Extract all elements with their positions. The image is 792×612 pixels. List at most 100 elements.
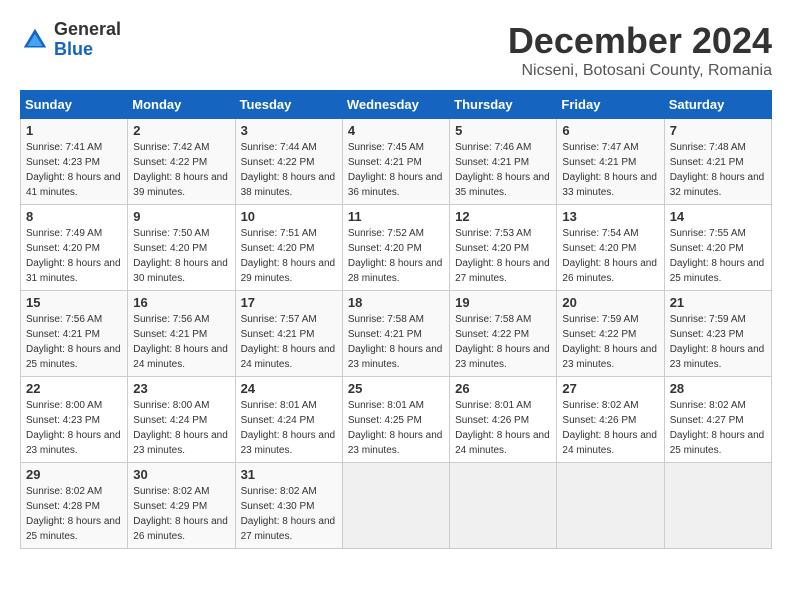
calendar-cell xyxy=(450,463,557,549)
day-number: 21 xyxy=(670,295,766,310)
subtitle: Nicseni, Botosani County, Romania xyxy=(508,62,772,80)
calendar-cell: 21 Sunrise: 7:59 AMSunset: 4:23 PMDaylig… xyxy=(664,291,771,377)
day-info: Sunrise: 8:01 AMSunset: 4:25 PMDaylight:… xyxy=(348,400,443,456)
day-info: Sunrise: 8:02 AMSunset: 4:27 PMDaylight:… xyxy=(670,400,765,456)
logo-text: General Blue xyxy=(54,20,121,60)
calendar-header-row: SundayMondayTuesdayWednesdayThursdayFrid… xyxy=(21,91,772,119)
day-number: 8 xyxy=(26,209,122,224)
day-info: Sunrise: 7:41 AMSunset: 4:23 PMDaylight:… xyxy=(26,142,121,198)
day-number: 25 xyxy=(348,381,444,396)
day-number: 12 xyxy=(455,209,551,224)
calendar-cell xyxy=(557,463,664,549)
calendar-cell: 1 Sunrise: 7:41 AMSunset: 4:23 PMDayligh… xyxy=(21,119,128,205)
calendar-cell: 6 Sunrise: 7:47 AMSunset: 4:21 PMDayligh… xyxy=(557,119,664,205)
day-info: Sunrise: 7:59 AMSunset: 4:22 PMDaylight:… xyxy=(562,314,657,370)
calendar-cell: 3 Sunrise: 7:44 AMSunset: 4:22 PMDayligh… xyxy=(235,119,342,205)
day-info: Sunrise: 7:57 AMSunset: 4:21 PMDaylight:… xyxy=(241,314,336,370)
calendar-week-row: 8 Sunrise: 7:49 AMSunset: 4:20 PMDayligh… xyxy=(21,205,772,291)
calendar-cell: 18 Sunrise: 7:58 AMSunset: 4:21 PMDaylig… xyxy=(342,291,449,377)
logo: General Blue xyxy=(20,20,121,60)
calendar-table: SundayMondayTuesdayWednesdayThursdayFrid… xyxy=(20,90,772,549)
calendar-cell: 22 Sunrise: 8:00 AMSunset: 4:23 PMDaylig… xyxy=(21,377,128,463)
calendar-cell: 11 Sunrise: 7:52 AMSunset: 4:20 PMDaylig… xyxy=(342,205,449,291)
weekday-header: Saturday xyxy=(664,91,771,119)
day-info: Sunrise: 8:02 AMSunset: 4:30 PMDaylight:… xyxy=(241,486,336,542)
logo-general: General xyxy=(54,20,121,40)
calendar-cell: 8 Sunrise: 7:49 AMSunset: 4:20 PMDayligh… xyxy=(21,205,128,291)
calendar-week-row: 15 Sunrise: 7:56 AMSunset: 4:21 PMDaylig… xyxy=(21,291,772,377)
day-info: Sunrise: 7:54 AMSunset: 4:20 PMDaylight:… xyxy=(562,228,657,284)
day-info: Sunrise: 7:49 AMSunset: 4:20 PMDaylight:… xyxy=(26,228,121,284)
calendar-week-row: 22 Sunrise: 8:00 AMSunset: 4:23 PMDaylig… xyxy=(21,377,772,463)
weekday-header: Friday xyxy=(557,91,664,119)
day-number: 29 xyxy=(26,467,122,482)
day-number: 30 xyxy=(133,467,229,482)
calendar-cell: 4 Sunrise: 7:45 AMSunset: 4:21 PMDayligh… xyxy=(342,119,449,205)
day-info: Sunrise: 8:01 AMSunset: 4:24 PMDaylight:… xyxy=(241,400,336,456)
page-header: General Blue December 2024 Nicseni, Boto… xyxy=(20,20,772,80)
day-info: Sunrise: 7:59 AMSunset: 4:23 PMDaylight:… xyxy=(670,314,765,370)
calendar-week-row: 1 Sunrise: 7:41 AMSunset: 4:23 PMDayligh… xyxy=(21,119,772,205)
calendar-cell: 10 Sunrise: 7:51 AMSunset: 4:20 PMDaylig… xyxy=(235,205,342,291)
day-info: Sunrise: 8:02 AMSunset: 4:28 PMDaylight:… xyxy=(26,486,121,542)
weekday-header: Thursday xyxy=(450,91,557,119)
day-number: 6 xyxy=(562,123,658,138)
day-info: Sunrise: 7:55 AMSunset: 4:20 PMDaylight:… xyxy=(670,228,765,284)
day-number: 18 xyxy=(348,295,444,310)
day-number: 17 xyxy=(241,295,337,310)
calendar-cell: 16 Sunrise: 7:56 AMSunset: 4:21 PMDaylig… xyxy=(128,291,235,377)
day-number: 11 xyxy=(348,209,444,224)
calendar-cell: 27 Sunrise: 8:02 AMSunset: 4:26 PMDaylig… xyxy=(557,377,664,463)
day-number: 5 xyxy=(455,123,551,138)
calendar-cell: 23 Sunrise: 8:00 AMSunset: 4:24 PMDaylig… xyxy=(128,377,235,463)
calendar-cell: 13 Sunrise: 7:54 AMSunset: 4:20 PMDaylig… xyxy=(557,205,664,291)
day-number: 4 xyxy=(348,123,444,138)
calendar-cell: 9 Sunrise: 7:50 AMSunset: 4:20 PMDayligh… xyxy=(128,205,235,291)
calendar-cell xyxy=(342,463,449,549)
calendar-cell: 24 Sunrise: 8:01 AMSunset: 4:24 PMDaylig… xyxy=(235,377,342,463)
day-info: Sunrise: 7:45 AMSunset: 4:21 PMDaylight:… xyxy=(348,142,443,198)
day-info: Sunrise: 7:46 AMSunset: 4:21 PMDaylight:… xyxy=(455,142,550,198)
day-info: Sunrise: 7:58 AMSunset: 4:21 PMDaylight:… xyxy=(348,314,443,370)
weekday-header: Tuesday xyxy=(235,91,342,119)
day-info: Sunrise: 7:50 AMSunset: 4:20 PMDaylight:… xyxy=(133,228,228,284)
day-number: 14 xyxy=(670,209,766,224)
calendar-cell: 20 Sunrise: 7:59 AMSunset: 4:22 PMDaylig… xyxy=(557,291,664,377)
day-number: 7 xyxy=(670,123,766,138)
day-info: Sunrise: 8:02 AMSunset: 4:26 PMDaylight:… xyxy=(562,400,657,456)
day-number: 10 xyxy=(241,209,337,224)
day-info: Sunrise: 7:53 AMSunset: 4:20 PMDaylight:… xyxy=(455,228,550,284)
calendar-cell: 12 Sunrise: 7:53 AMSunset: 4:20 PMDaylig… xyxy=(450,205,557,291)
day-number: 28 xyxy=(670,381,766,396)
day-info: Sunrise: 8:00 AMSunset: 4:24 PMDaylight:… xyxy=(133,400,228,456)
calendar-cell: 5 Sunrise: 7:46 AMSunset: 4:21 PMDayligh… xyxy=(450,119,557,205)
logo-blue: Blue xyxy=(54,40,121,60)
weekday-header: Sunday xyxy=(21,91,128,119)
day-info: Sunrise: 8:00 AMSunset: 4:23 PMDaylight:… xyxy=(26,400,121,456)
calendar-cell: 14 Sunrise: 7:55 AMSunset: 4:20 PMDaylig… xyxy=(664,205,771,291)
day-number: 20 xyxy=(562,295,658,310)
calendar-cell: 30 Sunrise: 8:02 AMSunset: 4:29 PMDaylig… xyxy=(128,463,235,549)
day-info: Sunrise: 8:01 AMSunset: 4:26 PMDaylight:… xyxy=(455,400,550,456)
calendar-cell: 28 Sunrise: 8:02 AMSunset: 4:27 PMDaylig… xyxy=(664,377,771,463)
calendar-cell: 29 Sunrise: 8:02 AMSunset: 4:28 PMDaylig… xyxy=(21,463,128,549)
day-number: 22 xyxy=(26,381,122,396)
day-info: Sunrise: 7:44 AMSunset: 4:22 PMDaylight:… xyxy=(241,142,336,198)
day-number: 3 xyxy=(241,123,337,138)
day-info: Sunrise: 7:56 AMSunset: 4:21 PMDaylight:… xyxy=(26,314,121,370)
day-number: 23 xyxy=(133,381,229,396)
day-number: 13 xyxy=(562,209,658,224)
day-info: Sunrise: 7:42 AMSunset: 4:22 PMDaylight:… xyxy=(133,142,228,198)
day-number: 9 xyxy=(133,209,229,224)
day-info: Sunrise: 8:02 AMSunset: 4:29 PMDaylight:… xyxy=(133,486,228,542)
calendar-cell xyxy=(664,463,771,549)
day-number: 2 xyxy=(133,123,229,138)
calendar-cell: 2 Sunrise: 7:42 AMSunset: 4:22 PMDayligh… xyxy=(128,119,235,205)
day-number: 1 xyxy=(26,123,122,138)
calendar-cell: 25 Sunrise: 8:01 AMSunset: 4:25 PMDaylig… xyxy=(342,377,449,463)
day-info: Sunrise: 7:51 AMSunset: 4:20 PMDaylight:… xyxy=(241,228,336,284)
weekday-header: Wednesday xyxy=(342,91,449,119)
day-info: Sunrise: 7:52 AMSunset: 4:20 PMDaylight:… xyxy=(348,228,443,284)
title-section: December 2024 Nicseni, Botosani County, … xyxy=(508,20,772,80)
calendar-cell: 26 Sunrise: 8:01 AMSunset: 4:26 PMDaylig… xyxy=(450,377,557,463)
